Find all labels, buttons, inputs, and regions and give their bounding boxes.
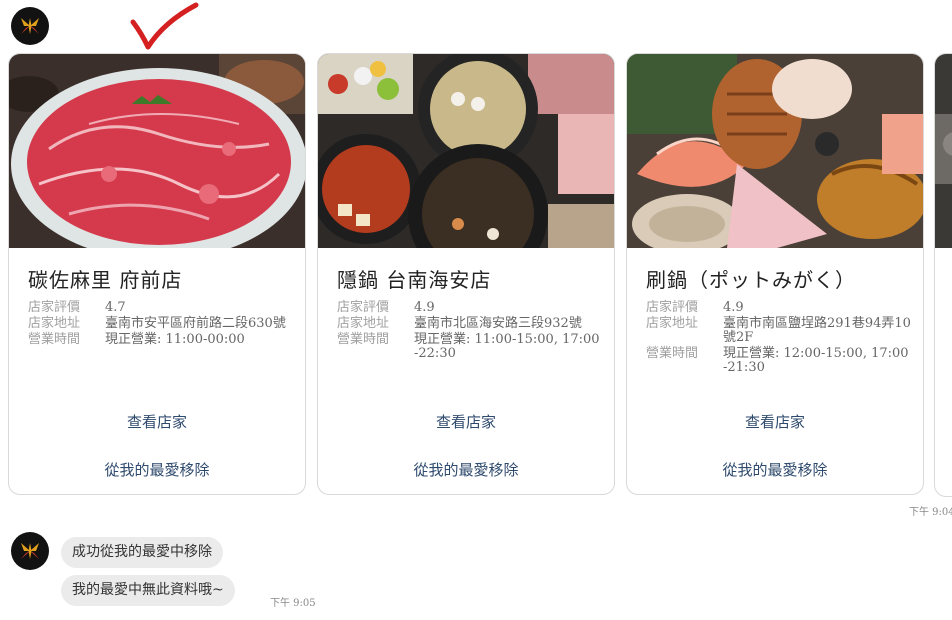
restaurant-photo-beef[interactable] bbox=[9, 54, 305, 248]
message-timestamp: 下午 9:05 bbox=[270, 598, 316, 609]
view-restaurant-button[interactable]: 查看店家 bbox=[9, 411, 305, 432]
restaurant-info: 店家評價 4.9 店家地址 臺南市南區鹽埕路291巷94弄10號2F 營業時間 … bbox=[646, 301, 911, 377]
hours-row: 營業時間 現正營業: 11:00-00:00 bbox=[28, 333, 293, 347]
restaurant-name: 隱鍋 台南海安店 bbox=[337, 268, 492, 292]
rating-value: 4.9 bbox=[723, 300, 744, 315]
address-value: 臺南市南區鹽埕路291巷94弄10號2F bbox=[723, 316, 911, 345]
rating-label: 店家評價 bbox=[337, 300, 390, 315]
bot-avatar[interactable] bbox=[11, 532, 49, 570]
restaurant-card: 刷鍋（ポットみがく） 店家評價 4.9 店家地址 臺南市南區鹽埕路291巷94弄… bbox=[626, 53, 924, 495]
address-label: 店家地址 bbox=[646, 316, 699, 331]
view-restaurant-button[interactable]: 查看店家 bbox=[318, 411, 614, 432]
remove-favorite-button[interactable]: 從我的最愛移除 bbox=[318, 459, 614, 480]
hours-label: 營業時間 bbox=[337, 332, 390, 347]
address-value: 臺南市安平區府前路二段630號 bbox=[105, 316, 286, 331]
view-restaurant-button[interactable]: 查看店家 bbox=[627, 411, 923, 432]
address-value: 臺南市北區海安路三段932號 bbox=[414, 316, 582, 331]
restaurant-name: 刷鍋（ポットみがく） bbox=[646, 268, 856, 292]
hours-row: 營業時間 現正營業: 12:00-15:00, 17:00-21:30 bbox=[646, 347, 911, 375]
rating-label: 店家評價 bbox=[28, 300, 81, 315]
hours-label: 營業時間 bbox=[28, 332, 81, 347]
address-label: 店家地址 bbox=[337, 316, 390, 331]
hours-value: 現正營業: 12:00-15:00, 17:00-21:30 bbox=[723, 346, 909, 375]
rating-value: 4.9 bbox=[414, 300, 435, 315]
chat-message-bubble: 成功從我的最愛中移除 bbox=[61, 537, 223, 568]
hours-row: 營業時間 現正營業: 11:00-15:00, 17:00-22:30 bbox=[337, 333, 602, 361]
remove-favorite-button[interactable]: 從我的最愛移除 bbox=[627, 459, 923, 480]
remove-favorite-button[interactable]: 從我的最愛移除 bbox=[9, 459, 305, 480]
restaurant-card: 碳佐麻里 府前店 店家評價 4.7 店家地址 臺南市安平區府前路二段630號 營… bbox=[8, 53, 306, 495]
hours-value: 現正營業: 11:00-15:00, 17:00-22:30 bbox=[414, 332, 600, 361]
address-row: 店家地址 臺南市安平區府前路二段630號 bbox=[28, 317, 293, 331]
restaurant-info: 店家評價 4.9 店家地址 臺南市北區海安路三段932號 營業時間 現正營業: … bbox=[337, 301, 602, 363]
bot-avatar[interactable] bbox=[11, 7, 49, 45]
address-row: 店家地址 臺南市北區海安路三段932號 bbox=[337, 317, 602, 331]
hours-value: 現正營業: 11:00-00:00 bbox=[105, 332, 245, 347]
rating-row: 店家評價 4.9 bbox=[337, 301, 602, 315]
restaurant-card-partial[interactable] bbox=[934, 53, 952, 497]
bot-logo-icon bbox=[21, 543, 39, 559]
restaurant-name: 碳佐麻里 府前店 bbox=[28, 268, 183, 292]
checkmark-icon bbox=[130, 2, 199, 50]
address-label: 店家地址 bbox=[28, 316, 81, 331]
carousel-timestamp: 下午 9:04 bbox=[909, 507, 952, 518]
rating-label: 店家評價 bbox=[646, 300, 699, 315]
hours-label: 營業時間 bbox=[646, 346, 699, 361]
restaurant-info: 店家評價 4.7 店家地址 臺南市安平區府前路二段630號 營業時間 現正營業:… bbox=[28, 301, 293, 349]
address-row: 店家地址 臺南市南區鹽埕路291巷94弄10號2F bbox=[646, 317, 911, 345]
chat-message-bubble: 我的最愛中無此資料哦~ bbox=[61, 575, 235, 606]
restaurant-photo-hotpot[interactable] bbox=[318, 54, 614, 248]
rating-value: 4.7 bbox=[105, 300, 126, 315]
bot-logo-icon bbox=[21, 18, 39, 34]
restaurant-photo-partial bbox=[935, 54, 952, 248]
rating-row: 店家評價 4.9 bbox=[646, 301, 911, 315]
restaurant-card: 隱鍋 台南海安店 店家評價 4.9 店家地址 臺南市北區海安路三段932號 營業… bbox=[317, 53, 615, 495]
restaurant-photo-seafood[interactable] bbox=[627, 54, 923, 248]
rating-row: 店家評價 4.7 bbox=[28, 301, 293, 315]
